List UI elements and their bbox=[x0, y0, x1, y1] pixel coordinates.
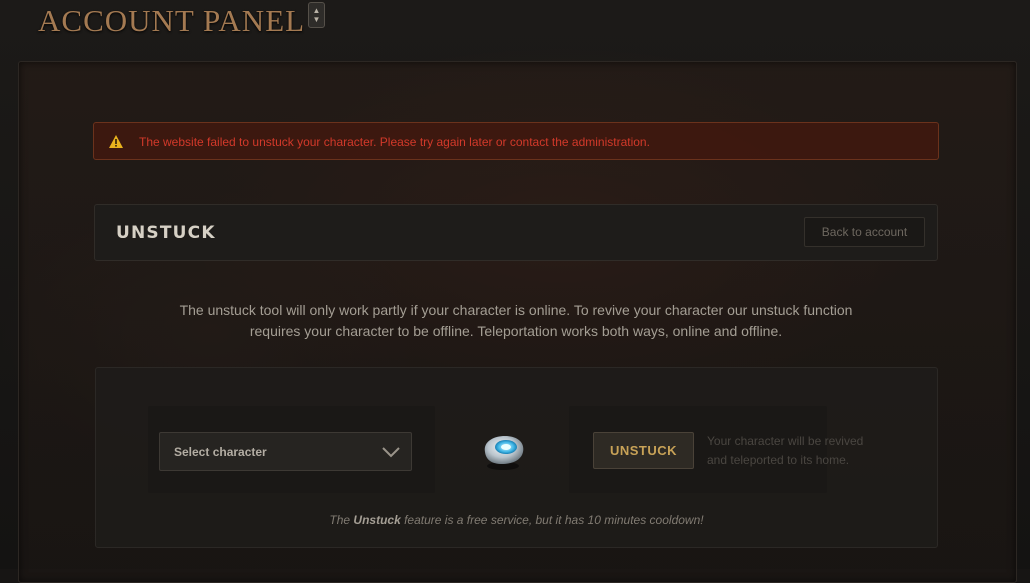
unstuck-description: Your character will be revived and telep… bbox=[707, 434, 864, 467]
note-emphasis: Unstuck bbox=[353, 513, 401, 527]
section-title: UNSTUCK bbox=[116, 223, 216, 243]
page-title: ACCOUNT PANEL bbox=[38, 3, 306, 38]
note-prefix: The bbox=[329, 513, 354, 527]
unstuck-info-text: The unstuck tool will only work partly i… bbox=[150, 300, 882, 342]
warning-icon bbox=[109, 135, 123, 148]
info-line-1: The unstuck tool will only work partly i… bbox=[179, 302, 853, 318]
character-select[interactable]: Select character bbox=[159, 432, 412, 471]
unstuck-button[interactable]: UNSTUCK bbox=[593, 432, 694, 469]
back-to-account-button[interactable]: Back to account bbox=[804, 217, 925, 247]
error-alert: The website failed to unstuck your chara… bbox=[93, 122, 939, 160]
section-header: UNSTUCK Back to account bbox=[94, 204, 938, 261]
alert-message: The website failed to unstuck your chara… bbox=[139, 135, 650, 149]
title-toggle-button[interactable]: ▲ ▼ bbox=[308, 2, 325, 28]
hearthstone-icon bbox=[484, 436, 524, 470]
sort-arrows-icon: ▲ ▼ bbox=[312, 6, 321, 24]
note-suffix: feature is a free service, but it has 10… bbox=[400, 513, 704, 527]
cooldown-note: The Unstuck feature is a free service, b… bbox=[95, 513, 938, 527]
chevron-down-icon bbox=[382, 447, 400, 458]
info-line-2: requires your character to be offline. T… bbox=[249, 323, 783, 339]
select-placeholder: Select character bbox=[174, 445, 267, 459]
